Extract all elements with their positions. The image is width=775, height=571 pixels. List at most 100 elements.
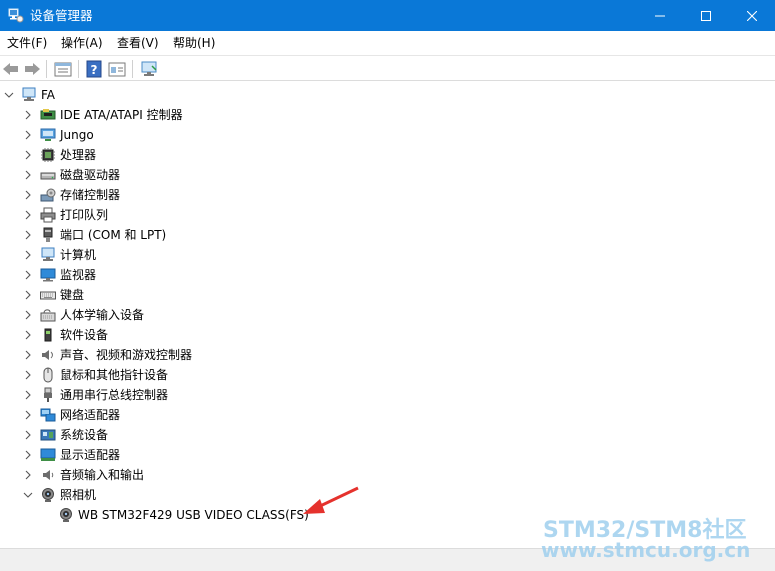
- monitor-icon: [40, 267, 56, 283]
- expand-chevron-icon[interactable]: [22, 305, 34, 325]
- tree-node-label: 磁盘驱动器: [60, 168, 121, 182]
- tree-category[interactable]: 系统设备: [22, 425, 108, 445]
- expand-chevron-icon[interactable]: [22, 405, 34, 425]
- help-icon[interactable]: ?: [84, 59, 104, 79]
- tree-category[interactable]: 通用串行总线控制器: [22, 385, 168, 405]
- tree-node-label: 键盘: [60, 288, 85, 302]
- tree-node-label: 系统设备: [60, 428, 109, 442]
- software-device-icon: [40, 327, 56, 343]
- ide-controller-icon: [40, 107, 56, 123]
- tree-node-label: 计算机: [60, 248, 97, 262]
- tree-node-label: 通用串行总线控制器: [60, 388, 169, 402]
- expand-chevron-icon[interactable]: [22, 285, 34, 305]
- maximize-button[interactable]: [683, 0, 729, 31]
- expand-chevron-icon[interactable]: [22, 425, 34, 445]
- tree-category[interactable]: 人体学输入设备: [22, 305, 144, 325]
- forward-icon[interactable]: [22, 59, 42, 79]
- tree-category[interactable]: 网络适配器: [22, 405, 120, 425]
- tree-node-label: 存储控制器: [60, 188, 121, 202]
- toolbar-separator: [132, 60, 133, 78]
- tree-root-fa[interactable]: FA: [3, 85, 55, 105]
- title-bar: 设备管理器: [0, 0, 775, 31]
- toolbar-separator: [46, 60, 47, 78]
- tree-category[interactable]: 监视器: [22, 265, 96, 285]
- tree-category[interactable]: 键盘: [22, 285, 84, 305]
- menu-action[interactable]: 操作(A): [61, 35, 103, 51]
- tree-device-webcam[interactable]: WB STM32F429 USB VIDEO CLASS(FS): [40, 505, 309, 525]
- minimize-button[interactable]: [637, 0, 683, 31]
- menu-file[interactable]: 文件(F): [7, 35, 47, 51]
- collapse-chevron-icon[interactable]: [22, 485, 34, 505]
- watermark-url: www.stmcu.org.cn: [541, 538, 751, 562]
- tree-category[interactable]: 显示适配器: [22, 445, 120, 465]
- expand-chevron-icon[interactable]: [22, 225, 34, 245]
- tree-category[interactable]: Jungo: [22, 125, 94, 145]
- port-icon: [40, 227, 56, 243]
- tree-node-label: 人体学输入设备: [60, 308, 145, 322]
- tree-node-label: Jungo: [60, 128, 94, 142]
- menu-view[interactable]: 查看(V): [117, 35, 159, 51]
- expand-chevron-icon[interactable]: [22, 445, 34, 465]
- display-adapter-icon: [40, 447, 56, 463]
- tree-node-label: 照相机: [60, 488, 97, 502]
- tree-category[interactable]: 存储控制器: [22, 185, 120, 205]
- tree-node-label: 端口 (COM 和 LPT): [60, 228, 167, 242]
- expand-chevron-icon[interactable]: [22, 165, 34, 185]
- view-icon[interactable]: [107, 59, 127, 79]
- audio-io-icon: [40, 467, 56, 483]
- tree-category[interactable]: 打印队列: [22, 205, 108, 225]
- processor-icon: [40, 147, 56, 163]
- expand-chevron-icon[interactable]: [22, 245, 34, 265]
- tree-category[interactable]: 处理器: [22, 145, 96, 165]
- menu-bar: 文件(F) 操作(A) 查看(V) 帮助(H): [0, 31, 775, 55]
- tree-category[interactable]: 照相机: [22, 485, 96, 505]
- computer-monitor-icon[interactable]: [139, 59, 159, 79]
- close-button[interactable]: [729, 0, 775, 31]
- tree-node-label: IDE ATA/ATAPI 控制器: [60, 108, 183, 122]
- tree-category[interactable]: 磁盘驱动器: [22, 165, 120, 185]
- jungo-icon: [40, 127, 56, 143]
- tree-node-label: 音频输入和输出: [60, 468, 145, 482]
- expand-chevron-icon[interactable]: [22, 325, 34, 345]
- expand-chevron-icon[interactable]: [22, 265, 34, 285]
- expand-chevron-icon[interactable]: [22, 345, 34, 365]
- expand-chevron-icon[interactable]: [22, 365, 34, 385]
- back-icon[interactable]: [1, 59, 21, 79]
- expand-chevron-icon[interactable]: [22, 145, 34, 165]
- expand-chevron-icon[interactable]: [22, 385, 34, 405]
- menu-help[interactable]: 帮助(H): [173, 35, 215, 51]
- speaker-icon: [40, 347, 56, 363]
- tree-node-label: 软件设备: [60, 328, 109, 342]
- tree-category[interactable]: 软件设备: [22, 325, 108, 345]
- collapse-chevron-icon[interactable]: [3, 85, 15, 105]
- printer-icon: [40, 207, 56, 223]
- expand-chevron-icon[interactable]: [22, 105, 34, 125]
- tree-category[interactable]: 鼠标和其他指针设备: [22, 365, 168, 385]
- keyboard-icon: [40, 287, 56, 303]
- expand-chevron-icon[interactable]: [22, 205, 34, 225]
- tree-category[interactable]: 端口 (COM 和 LPT): [22, 225, 166, 245]
- window-title: 设备管理器: [30, 8, 93, 23]
- expand-chevron-icon[interactable]: [22, 465, 34, 485]
- disk-drive-icon: [40, 167, 56, 183]
- system-device-icon: [40, 427, 56, 443]
- tree-node-label: 鼠标和其他指针设备: [60, 368, 169, 382]
- webcam-icon: [58, 507, 74, 523]
- tree-category[interactable]: 声音、视频和游戏控制器: [22, 345, 192, 365]
- hid-icon: [40, 307, 56, 323]
- tree-node-label: FA: [41, 88, 56, 102]
- network-adapter-icon: [40, 407, 56, 423]
- properties-icon[interactable]: [53, 59, 73, 79]
- expand-chevron-icon[interactable]: [22, 125, 34, 145]
- camera-icon: [40, 487, 56, 503]
- tree-node-label: 声音、视频和游戏控制器: [60, 348, 193, 362]
- tree-category[interactable]: 音频输入和输出: [22, 465, 144, 485]
- expand-chevron-icon[interactable]: [22, 185, 34, 205]
- toolbar: ?: [0, 55, 775, 81]
- computer-icon: [40, 247, 56, 263]
- svg-text:?: ?: [91, 63, 98, 77]
- computer-icon: [21, 87, 37, 103]
- tree-category[interactable]: 计算机: [22, 245, 96, 265]
- tree-category[interactable]: IDE ATA/ATAPI 控制器: [22, 105, 183, 125]
